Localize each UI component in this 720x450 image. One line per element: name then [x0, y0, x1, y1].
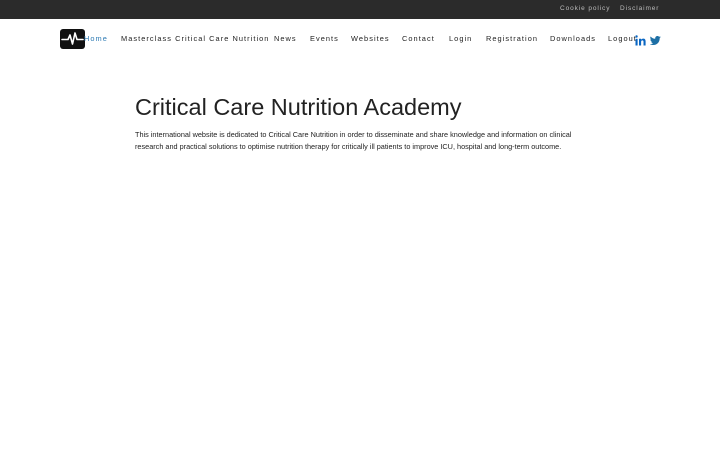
cookie-policy-link[interactable]: Cookie policy: [560, 0, 610, 19]
nav-websites[interactable]: Websites: [351, 19, 390, 59]
linkedin-icon[interactable]: [635, 33, 646, 46]
nav-events[interactable]: Events: [310, 19, 339, 59]
nav-contact[interactable]: Contact: [402, 19, 435, 59]
nav-news[interactable]: News: [274, 19, 297, 59]
page-title: Critical Care Nutrition Academy: [135, 94, 462, 120]
nav-home[interactable]: Home: [84, 19, 108, 59]
main-navigation: Home Masterclass Critical Care Nutrition…: [0, 19, 720, 59]
nav-masterclass[interactable]: Masterclass Critical Care Nutrition: [121, 19, 269, 59]
nav-logout[interactable]: Logout: [608, 19, 637, 59]
nav-downloads[interactable]: Downloads: [550, 19, 596, 59]
site-logo[interactable]: [60, 29, 85, 49]
twitter-icon[interactable]: [649, 33, 661, 45]
nav-registration[interactable]: Registration: [486, 19, 538, 59]
intro-paragraph: This international website is dedicated …: [135, 130, 572, 151]
top-utility-bar: Cookie policy Disclaimer: [0, 0, 720, 19]
nav-login[interactable]: Login: [449, 19, 472, 59]
heartbeat-icon: [61, 32, 84, 45]
disclaimer-link[interactable]: Disclaimer: [620, 0, 659, 19]
